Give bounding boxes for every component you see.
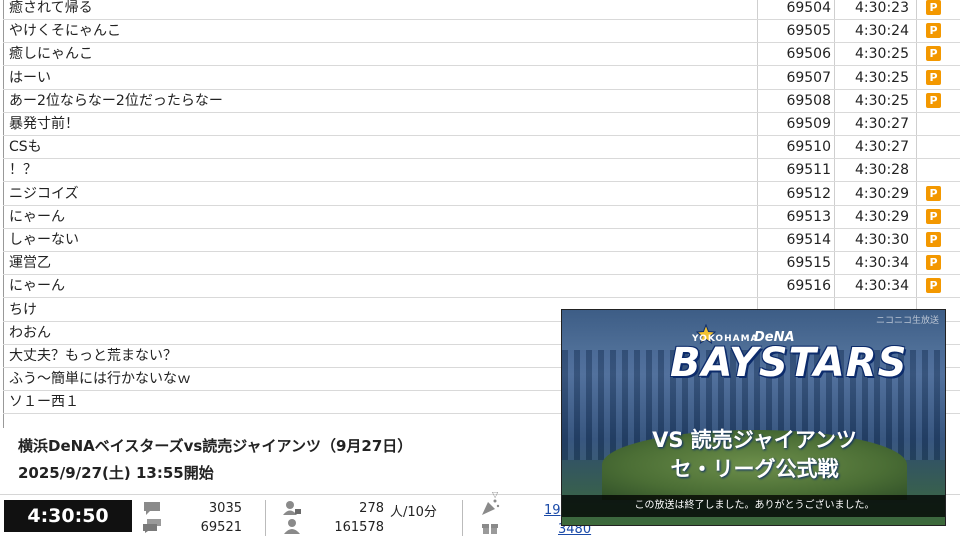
comment-text: CSも [9, 139, 42, 156]
comment-number: 69516 [786, 278, 831, 295]
premium-badge-icon: P [926, 255, 941, 271]
comment-time: 4:30:27 [855, 139, 909, 156]
comment-number: 69507 [786, 69, 831, 86]
comment-number: 69506 [786, 46, 831, 63]
comment-row[interactable]: ニジコイズ 69512 4:30:29 P [3, 183, 960, 206]
comment-row[interactable]: 癒しにゃんこ 69506 4:30:25 P [3, 43, 960, 67]
comment-row[interactable]: あー2位ならなー2位だったらなー 69508 4:30:25 P [3, 90, 960, 113]
comment-row[interactable]: 暴発寸前！ 69509 4:30:27 [3, 113, 960, 136]
comment-row[interactable]: 癒されて帰る 69504 4:30:23 P [3, 0, 960, 20]
premium-badge-icon: P [926, 208, 941, 224]
comment-time: 4:30:23 [855, 0, 909, 16]
comment-text: あー2位ならなー2位だったらなー [9, 92, 223, 109]
comment-time: 4:30:25 [855, 69, 909, 86]
party-popper-icon [482, 499, 500, 515]
comment-number: 69512 [786, 185, 831, 202]
comment-time: 4:30:25 [855, 92, 909, 109]
comment-number: 69515 [786, 255, 831, 272]
comment-text: ちけ [9, 301, 37, 318]
comment-time: 4:30:34 [855, 255, 909, 272]
program-start-time: 2025/9/27(土) 13:55開始 [18, 464, 214, 482]
comment-row[interactable]: しゃーない 69514 4:30:30 P [3, 229, 960, 252]
gift-link-a[interactable]: 19 [544, 503, 561, 518]
comment-row[interactable]: ！？ 69511 4:30:28 [3, 159, 960, 183]
league-text: セ・リーグ公式戦 [670, 457, 839, 481]
comment-number: 69514 [786, 232, 831, 248]
matchup-text: VS 読売ジャイアンツ [652, 428, 857, 452]
comment-row[interactable]: にゃーん 69513 4:30:29 P [3, 206, 960, 229]
comment-text: 運営乙 [9, 255, 51, 272]
nicolive-watermark: ニコニコ生放送 [875, 316, 939, 326]
premium-badge-icon: P [926, 69, 941, 85]
comment-text: しゃーない [9, 232, 79, 248]
viewer-rate-unit: 人/10分 [390, 505, 437, 520]
comment-row[interactable]: CSも 69510 4:30:27 [3, 136, 960, 160]
comment-text: にゃーん [9, 278, 65, 295]
comment-time: 4:30:28 [855, 162, 909, 179]
comment-text: ふう〜簡単には行かないなｗ [9, 371, 191, 388]
comment-number: 69505 [786, 23, 831, 40]
comment-text: ソ１ー西１ [9, 394, 79, 411]
comment-count-a: 3035 [208, 501, 242, 516]
comment-text: ！？ [9, 162, 37, 179]
premium-badge-icon: P [926, 0, 941, 15]
comment-number: 69509 [786, 116, 831, 132]
team-logo-main: BAYSTARS [670, 340, 908, 386]
comment-count-b: 69521 [200, 520, 242, 535]
comment-number: 69511 [786, 162, 831, 179]
elapsed-clock: 4:30:50 [4, 500, 132, 532]
comment-text: 暴発寸前！ [9, 116, 79, 132]
comment-number: 69510 [786, 139, 831, 156]
comment-time: 4:30:24 [855, 23, 909, 40]
comment-number: 69508 [786, 92, 831, 109]
comment-text: はーい [9, 69, 51, 86]
comment-time: 4:30:27 [855, 116, 909, 132]
comment-number: 69504 [786, 0, 831, 16]
program-title: 横浜DeNAベイスターズvs読売ジャイアンツ（9月27日） [18, 437, 413, 455]
comment-text: ニジコイズ [9, 185, 79, 202]
premium-badge-icon: P [926, 23, 941, 39]
comment-text: 癒されて帰る [9, 0, 93, 16]
comment-text: 癒しにゃんこ [9, 46, 93, 63]
viewer-rate: 278 [359, 501, 384, 516]
comment-time: 4:30:29 [855, 208, 909, 225]
comment-text: やけくそにゃんこ [9, 23, 121, 40]
comment-time: 4:30:30 [855, 232, 909, 248]
comment-row[interactable]: やけくそにゃんこ 69505 4:30:24 P [3, 20, 960, 44]
premium-badge-icon: P [926, 46, 941, 62]
broadcast-ended-message: この放送は終了しました。ありがとうございました。 [562, 495, 945, 517]
comment-time: 4:30:29 [855, 185, 909, 202]
comment-text: わおん [9, 324, 51, 341]
premium-badge-icon: P [926, 185, 941, 201]
premium-badge-icon: P [926, 92, 941, 108]
comment-time: 4:30:25 [855, 46, 909, 63]
comment-row[interactable]: 運営乙 69515 4:30:34 P [3, 252, 960, 276]
premium-badge-icon: P [926, 232, 941, 247]
expand-arrow-icon[interactable]: ▽ [492, 490, 498, 499]
comment-text: にゃーん [9, 208, 65, 225]
comment-row[interactable]: にゃーん 69516 4:30:34 P [3, 275, 960, 299]
comment-text: 大丈夫？もっと荒まない？ [9, 348, 177, 364]
visitor-count: 161578 [334, 520, 384, 535]
stat-separator [462, 500, 463, 536]
stat-separator [265, 500, 266, 536]
gift-icon [482, 524, 498, 534]
video-player[interactable]: ニコニコ生放送 YOKOHAMA DeNA BAYSTARS VS 読売ジャイア… [561, 309, 946, 526]
comment-row[interactable]: はーい 69507 4:30:25 P [3, 67, 960, 90]
comment-time: 4:30:34 [855, 278, 909, 295]
premium-badge-icon: P [926, 278, 941, 294]
comment-number: 69513 [786, 208, 831, 225]
